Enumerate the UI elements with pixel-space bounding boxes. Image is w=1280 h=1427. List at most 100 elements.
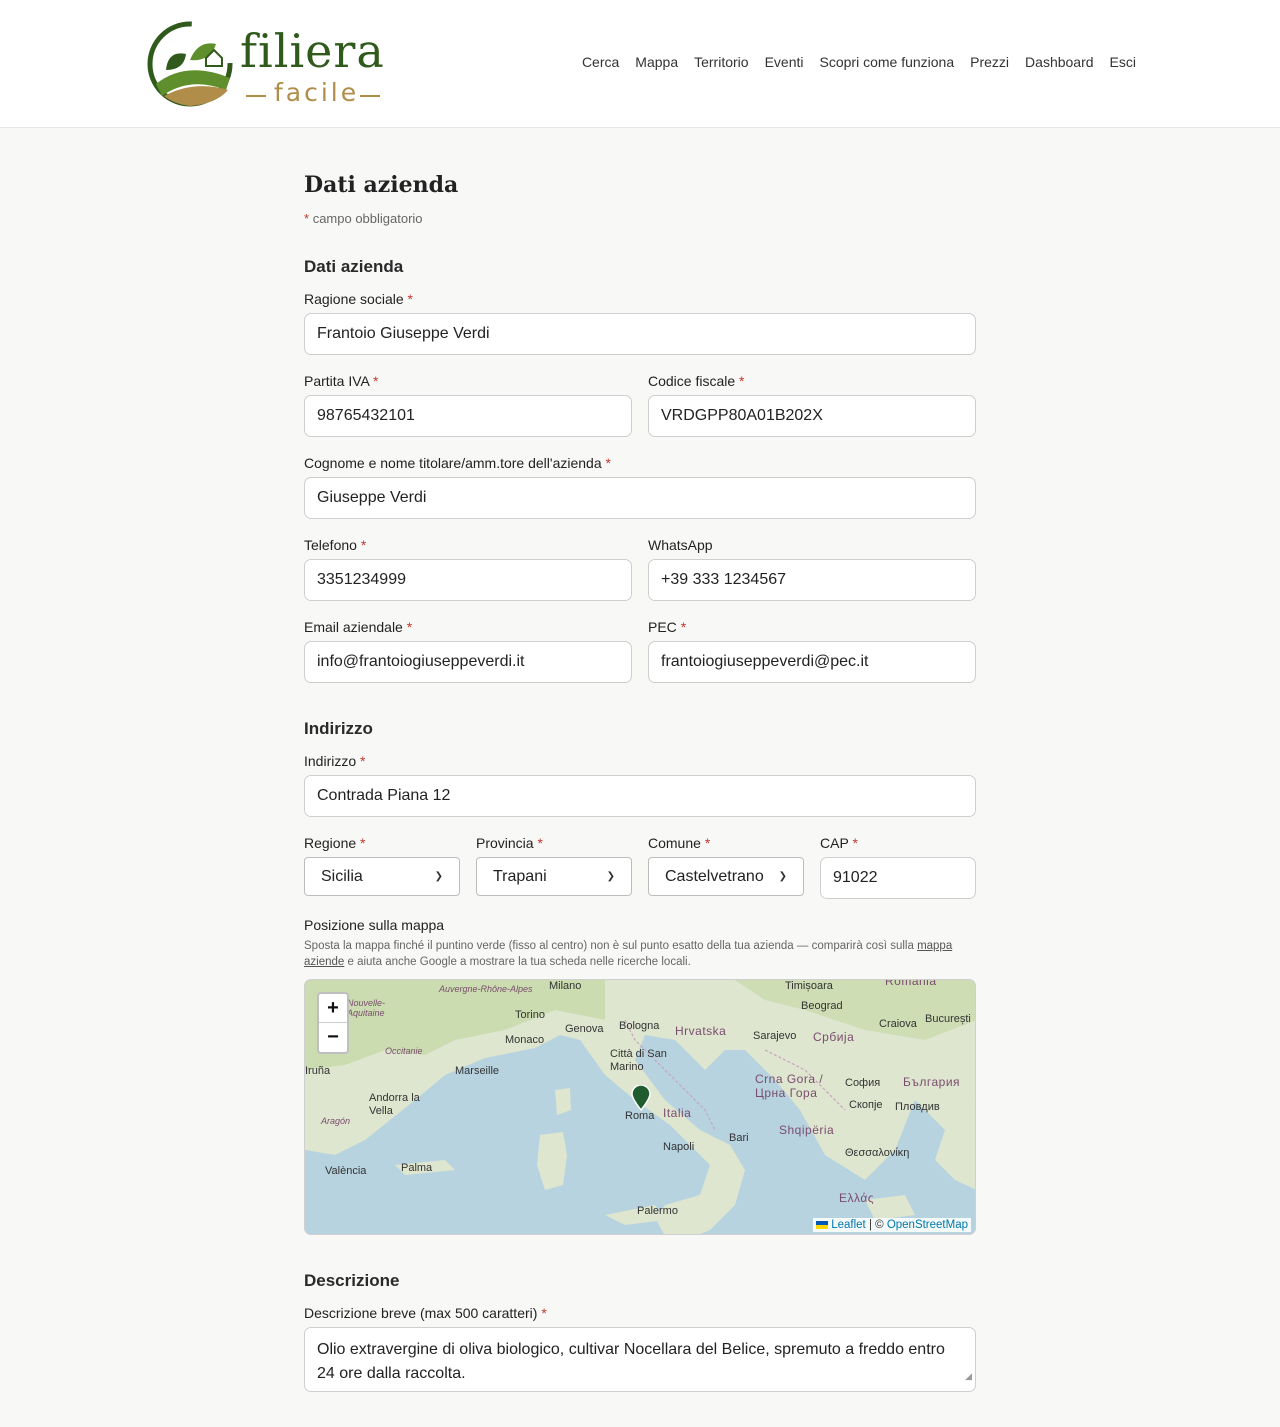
label-cap: CAP * — [820, 835, 858, 851]
location-marker-icon — [631, 1085, 651, 1111]
map-label-place: Iruña — [305, 1065, 331, 1077]
map-label-country: Crna Gora / Црна Гора — [755, 1072, 824, 1100]
site-header: filiera facile Cerca Mappa Territorio Ev… — [0, 0, 1280, 128]
titolare-input[interactable]: Giuseppe Verdi — [304, 477, 976, 519]
telefono-input[interactable]: 3351234999 — [304, 559, 632, 601]
nav-link-cerca[interactable]: Cerca — [582, 54, 619, 70]
map-label-place: Occitanie — [385, 1046, 423, 1056]
comune-select[interactable]: Castelvetrano ❯ — [648, 857, 804, 896]
map-label-place: Aragón — [321, 1116, 351, 1126]
pec-input[interactable]: frantoiogiuseppeverdi@pec.it — [648, 641, 976, 683]
logo-word-facile: facile — [274, 78, 360, 107]
map-help-text: Sposta la mappa finché il puntino verde … — [304, 940, 953, 968]
map-label-country: Shqipëria — [779, 1123, 835, 1137]
map-label-place: Marseille — [455, 1065, 500, 1077]
section-title-description: Descrizione — [304, 1271, 400, 1290]
map-label-country: Hrvatska — [675, 1024, 727, 1038]
map-label-place: València — [325, 1165, 367, 1177]
ukraine-flag-icon — [816, 1220, 829, 1229]
zoom-out-button[interactable]: − — [319, 1023, 347, 1052]
label-comune: Comune * — [648, 835, 711, 851]
provincia-select[interactable]: Trapani ❯ — [476, 857, 632, 896]
logo[interactable]: filiera facile — [146, 20, 386, 110]
indirizzo-input[interactable]: Contrada Piana 12 — [304, 775, 976, 817]
label-map-position: Posizione sulla mappa — [304, 917, 445, 933]
descrizione-textarea[interactable]: Olio extravergine di oliva biologico, cu… — [304, 1327, 976, 1392]
label-ragione-sociale: Ragione sociale * — [304, 291, 413, 307]
nav-link-mappa[interactable]: Mappa — [635, 54, 678, 70]
codice-fiscale-input[interactable]: VRDGPP80A01B202X — [648, 395, 976, 437]
map-label-place: Sarajevo — [753, 1030, 797, 1042]
map-label-place: Beograd — [801, 1000, 843, 1012]
label-provincia: Provincia * — [476, 835, 543, 851]
nav-link-eventi[interactable]: Eventi — [765, 54, 804, 70]
main-nav: Cerca Mappa Territorio Eventi Scopri com… — [582, 54, 1136, 70]
logo-rule-left — [246, 95, 266, 97]
zoom-in-button[interactable]: + — [319, 994, 347, 1023]
map-label-country: România — [885, 979, 937, 988]
chevron-down-icon: ❯ — [434, 871, 443, 882]
chevron-down-icon: ❯ — [778, 871, 787, 882]
section-title-address: Indirizzo — [304, 719, 373, 738]
nav-link-prezzi[interactable]: Prezzi — [970, 54, 1009, 70]
section-title-company: Dati azienda — [304, 257, 404, 276]
leaflet-link[interactable]: Leaflet — [831, 1219, 866, 1231]
map-label-place: Nouvelle-Aquitaine — [347, 998, 386, 1018]
ragione-sociale-input[interactable]: Frantoio Giuseppe Verdi — [304, 313, 976, 355]
map-attribution: Leaflet | © OpenStreetMap — [813, 1218, 971, 1232]
nav-link-dashboard[interactable]: Dashboard — [1025, 54, 1094, 70]
regione-selected-value: Sicilia — [321, 867, 363, 885]
map-label-place: Craiova — [879, 1018, 917, 1030]
attribution-separator: | © — [868, 1219, 884, 1231]
location-map[interactable]: Auvergne-Rhône-Alpes Milano Timișoara Ro… — [304, 979, 976, 1235]
label-whatsapp: WhatsApp — [648, 537, 713, 553]
map-label-place: Скопје — [849, 1099, 883, 1111]
label-pec: PEC * — [648, 619, 687, 635]
map-label-place: Palma — [401, 1162, 433, 1174]
map-label-place: Monaco — [505, 1034, 545, 1046]
map-label-place: Пловдив — [895, 1101, 940, 1113]
email-input[interactable]: info@frantoiogiuseppeverdi.it — [304, 641, 632, 683]
regione-select[interactable]: Sicilia ❯ — [304, 857, 460, 896]
map-label-place: Napoli — [663, 1141, 695, 1153]
label-email: Email aziendale * — [304, 619, 413, 635]
partita-iva-input[interactable]: 98765432101 — [304, 395, 632, 437]
map-label-place: Palermo — [637, 1205, 678, 1217]
map-label-place: Θεσσαλονίκη — [845, 1147, 910, 1159]
map-label-place: Roma — [625, 1110, 655, 1122]
logo-word-filiera: filiera — [240, 24, 385, 78]
map-label-place: Bologna — [619, 1020, 660, 1032]
nav-link-scopri[interactable]: Scopri come funziona — [820, 54, 955, 70]
label-telefono: Telefono * — [304, 537, 367, 553]
map-label-country: Ελλάς — [839, 1191, 875, 1205]
nav-link-territorio[interactable]: Territorio — [694, 54, 748, 70]
map-label-place: Andorra la Vella — [369, 1092, 420, 1117]
map-label-place: Timișoara — [785, 980, 833, 992]
resize-handle-icon[interactable]: ◢ — [965, 1364, 972, 1388]
cap-input[interactable]: 91022 — [820, 857, 976, 899]
map-zoom-control: + − — [317, 992, 349, 1054]
required-note: * campo obbligatorio — [304, 211, 423, 226]
map-label-country: България — [903, 1075, 961, 1089]
label-regione: Regione * — [304, 835, 366, 851]
map-label-place: Milano — [549, 980, 582, 992]
label-indirizzo: Indirizzo * — [304, 753, 366, 769]
map-label-place: Città di San Marino — [610, 1048, 667, 1073]
map-label-place: Torino — [515, 1009, 545, 1021]
map-label-place: Genova — [565, 1023, 604, 1035]
map-label-place: София — [845, 1077, 881, 1089]
logo-rule-right — [360, 95, 380, 97]
nav-link-esci[interactable]: Esci — [1110, 54, 1136, 70]
map-label-place: Bari — [729, 1132, 749, 1144]
map-label-place: București — [925, 1013, 971, 1025]
provincia-selected-value: Trapani — [493, 867, 547, 885]
chevron-down-icon: ❯ — [606, 871, 615, 882]
descrizione-text: Olio extravergine di oliva biologico, cu… — [317, 1341, 945, 1382]
openstreetmap-link[interactable]: OpenStreetMap — [887, 1219, 968, 1231]
whatsapp-input[interactable]: +39 333 1234567 — [648, 559, 976, 601]
map-label-country: Србија — [813, 1030, 855, 1044]
logo-emblem-icon — [147, 21, 233, 107]
label-partita-iva: Partita IVA * — [304, 373, 379, 389]
label-codice-fiscale: Codice fiscale * — [648, 373, 745, 389]
label-descrizione: Descrizione breve (max 500 caratteri) * — [304, 1305, 547, 1321]
